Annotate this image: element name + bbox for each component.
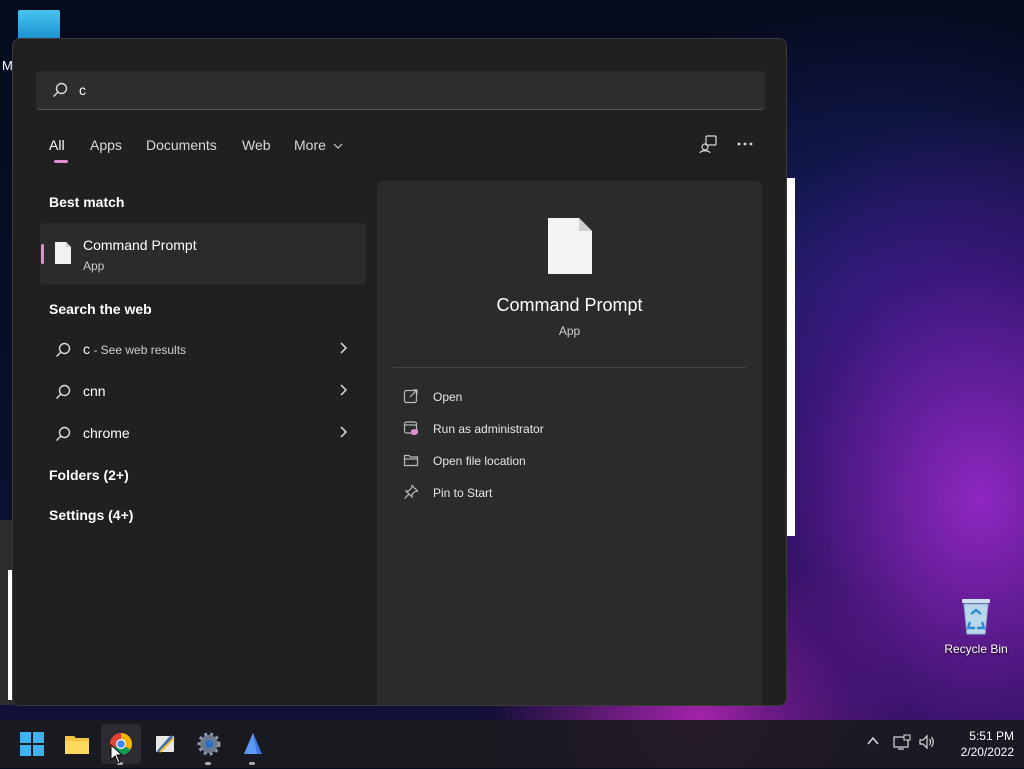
desktop-folder-icon[interactable] (18, 10, 60, 40)
action-label: Open (433, 390, 463, 404)
show-hidden-icons-icon[interactable] (866, 734, 880, 753)
windows-logo-icon (20, 732, 44, 756)
clock-date: 2/20/2022 (960, 745, 1014, 759)
chevron-right-icon (338, 383, 348, 402)
action-label: Open file location (433, 454, 526, 468)
details-pane: Command Prompt App Open Run as administr… (377, 181, 762, 705)
mouse-cursor-icon (110, 743, 128, 768)
python-idle-button[interactable] (145, 724, 185, 764)
web-result-chrome[interactable]: chrome (40, 415, 366, 451)
python-idle-icon (156, 735, 175, 753)
action-run-as-admin[interactable]: Run as administrator (403, 417, 733, 441)
best-match-heading: Best match (49, 194, 125, 210)
taskbar: 5:51 PM 2/20/2022 (0, 720, 1024, 768)
best-match-subtitle: App (83, 259, 105, 273)
azure-data-studio-button[interactable] (233, 724, 273, 765)
azure-data-studio-icon (244, 733, 262, 754)
more-options-icon[interactable] (735, 134, 759, 158)
clock[interactable]: 5:51 PM 2/20/2022 (936, 728, 1014, 760)
open-external-icon (403, 388, 419, 409)
action-open-file-location[interactable]: Open file location (403, 449, 733, 473)
settings-button[interactable] (189, 724, 229, 765)
running-indicator (205, 762, 211, 765)
search-web-heading: Search the web (49, 301, 152, 317)
admin-shield-icon (403, 420, 419, 441)
chevron-down-icon (333, 143, 343, 149)
gear-icon (197, 732, 221, 756)
recycle-bin-icon (959, 596, 993, 636)
background-window-right (787, 178, 795, 536)
start-button[interactable] (12, 724, 52, 764)
search-icon (55, 426, 71, 447)
details-title: Command Prompt (496, 295, 643, 315)
pin-icon (403, 484, 419, 505)
network-icon[interactable] (893, 734, 911, 755)
search-input[interactable]: c (79, 82, 86, 98)
running-indicator (249, 762, 255, 765)
tab-web[interactable]: Web (242, 137, 271, 153)
action-label: Run as administrator (433, 422, 544, 436)
web-result-cnn[interactable]: cnn (40, 373, 366, 409)
details-subtitle: App (558, 324, 581, 338)
search-switch-account-icon[interactable] (699, 134, 723, 158)
web-result-label: cnn (83, 383, 106, 399)
action-pin-to-start[interactable]: Pin to Start (403, 481, 733, 505)
recycle-bin[interactable]: Recycle Bin (942, 596, 1010, 656)
document-icon (54, 241, 72, 270)
search-icon (55, 384, 71, 405)
best-match-title: Command Prompt (83, 237, 197, 253)
action-open[interactable]: Open (403, 385, 733, 409)
tab-more[interactable]: More (294, 137, 343, 153)
divider (393, 367, 746, 368)
chevron-right-icon (338, 425, 348, 444)
action-label: Pin to Start (433, 486, 493, 500)
best-match-result[interactable]: Command Prompt App (40, 223, 366, 285)
web-result-label: c - See web results (83, 341, 187, 357)
web-result-label: chrome (83, 425, 130, 441)
settings-heading[interactable]: Settings (4+) (49, 507, 133, 523)
search-icon (52, 82, 68, 103)
recycle-bin-label: Recycle Bin (944, 642, 1008, 656)
web-result-c[interactable]: c - See web results (40, 331, 366, 367)
search-icon (55, 342, 71, 363)
folder-icon (403, 452, 419, 473)
tab-more-label: More (294, 137, 326, 153)
selection-accent (41, 244, 44, 264)
search-box[interactable]: c (36, 71, 765, 110)
clock-time: 5:51 PM (969, 729, 1014, 743)
tab-all[interactable]: All (49, 137, 65, 153)
chevron-right-icon (338, 341, 348, 360)
volume-icon[interactable] (918, 734, 936, 755)
folders-heading[interactable]: Folders (2+) (49, 467, 129, 483)
file-explorer-button[interactable] (57, 724, 97, 764)
folder-icon (65, 736, 89, 754)
active-tab-indicator (54, 160, 68, 163)
document-icon (547, 217, 593, 280)
tab-apps[interactable]: Apps (90, 137, 122, 153)
search-flyout: c All Apps Documents Web More Best match… (12, 38, 787, 706)
tab-documents[interactable]: Documents (146, 137, 217, 153)
